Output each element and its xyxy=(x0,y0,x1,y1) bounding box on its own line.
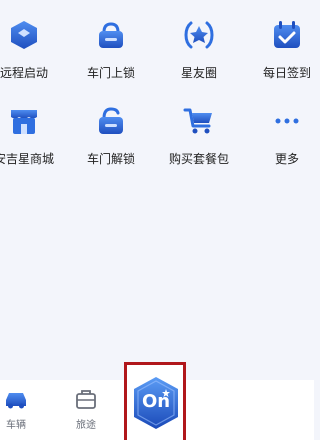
door-unlock-button[interactable]: 车门解锁 xyxy=(66,104,156,174)
car-icon xyxy=(3,388,29,410)
cart-icon xyxy=(182,104,216,138)
more-label: 更多 xyxy=(274,152,299,166)
more-dots-icon xyxy=(270,104,304,138)
onstar-center-button[interactable]: On xyxy=(124,362,186,440)
door-lock-button[interactable]: 车门上锁 xyxy=(66,18,156,88)
tab-journey-label: 旅途 xyxy=(76,420,96,431)
quick-action-row-2: 安吉星商城 车门解锁 xyxy=(0,104,314,174)
door-unlock-label: 车门解锁 xyxy=(86,152,135,166)
more-button[interactable]: 更多 xyxy=(242,104,320,174)
bag-icon xyxy=(73,388,99,410)
star-circle-button[interactable]: 星友圈 xyxy=(154,18,244,88)
onstar-center-text: On xyxy=(141,391,171,412)
star-circle-label: 星友圈 xyxy=(180,66,217,80)
store-icon xyxy=(7,104,41,138)
daily-checkin-button[interactable]: 每日签到 xyxy=(242,18,320,88)
remote-start-icon xyxy=(7,18,41,52)
tab-vehicle[interactable]: 车辆 xyxy=(0,386,46,436)
remote-start-button[interactable]: 远程启动 xyxy=(0,18,69,88)
remote-start-label: 远程启动 xyxy=(0,66,48,80)
daily-checkin-label: 每日签到 xyxy=(262,66,311,80)
door-lock-label: 车门上锁 xyxy=(86,66,135,80)
calendar-check-icon xyxy=(270,18,304,52)
tab-vehicle-label: 车辆 xyxy=(6,420,26,431)
tab-journey[interactable]: 旅途 xyxy=(56,386,116,436)
door-unlock-icon xyxy=(94,104,128,138)
onstar-store-label: 安吉星商城 xyxy=(0,152,54,166)
onstar-store-button[interactable]: 安吉星商城 xyxy=(0,104,69,174)
buy-package-label: 购买套餐包 xyxy=(168,152,229,166)
buy-package-button[interactable]: 购买套餐包 xyxy=(154,104,244,174)
door-lock-icon xyxy=(94,18,128,52)
quick-action-row-1: 远程启动 车门上锁 星友圈 每日签到 xyxy=(0,18,314,88)
star-circle-icon xyxy=(182,18,216,52)
